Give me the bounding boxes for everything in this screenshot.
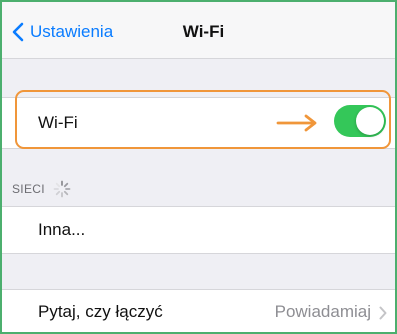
networks-section-header: SIECI xyxy=(12,180,71,198)
loading-spinner-icon xyxy=(53,180,71,198)
other-network-label: Inna... xyxy=(38,220,86,239)
wifi-toggle-switch[interactable] xyxy=(334,105,386,137)
other-network-row[interactable]: Inna... xyxy=(2,206,395,254)
settings-screen: Ustawienia Wi-Fi Wi-Fi SIECI Inna... Pyt… xyxy=(0,0,397,334)
toggle-knob xyxy=(356,107,384,135)
networks-section-label: SIECI xyxy=(12,182,45,196)
ask-to-join-value: Powiadamiaj xyxy=(274,302,371,321)
navigation-bar: Ustawienia Wi-Fi xyxy=(2,2,395,59)
arrow-right-icon xyxy=(276,114,317,132)
page-title: Wi-Fi xyxy=(182,22,225,41)
ask-to-join-row[interactable]: Pytaj, czy łączyć Powiadamiaj xyxy=(2,289,395,332)
ask-to-join-label: Pytaj, czy łączyć xyxy=(38,302,163,321)
chevron-right-icon xyxy=(379,306,387,320)
